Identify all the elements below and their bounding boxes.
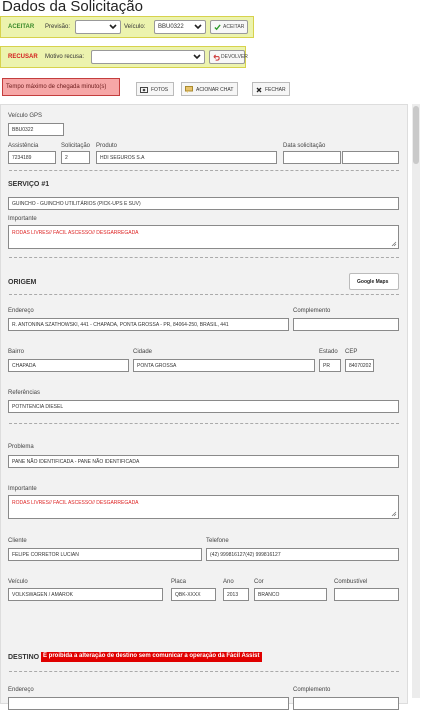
reason-select[interactable] <box>91 50 205 64</box>
vehicle-select[interactable]: BBU0322 <box>154 20 206 34</box>
request-number-field[interactable]: 2 <box>61 151 90 164</box>
undo-icon <box>213 54 220 61</box>
problem-important-textarea[interactable]: RODAS LIVRES// FACIL ASCESSO// DESGARREG… <box>8 495 399 519</box>
service-important-label: Importante <box>8 216 37 222</box>
chat-icon <box>185 86 193 93</box>
origin-district-label: Bairro <box>8 349 25 355</box>
reason-label: Motivo recusa: <box>45 54 85 60</box>
origin-state-field[interactable]: PR <box>319 359 341 372</box>
vehicle-field[interactable]: VOLKSWAGEN / AMAROK <box>8 588 163 601</box>
arrival-time-alert: Tempo máximo de chegada minuto(s) <box>2 78 120 96</box>
gps-vehicle-field[interactable]: BBU0322 <box>8 123 64 136</box>
destination-complement-label: Complemento <box>293 687 331 693</box>
request-time-field[interactable] <box>342 151 399 164</box>
product-field[interactable]: HDI SEGUROS S.A <box>96 151 277 164</box>
forecast-label: Previsão: <box>45 24 71 30</box>
color-label: Cor <box>254 579 264 585</box>
destination-complement-field[interactable] <box>293 697 399 710</box>
fuel-label: Combustível <box>334 579 368 585</box>
request-form-panel: Veículo GPS BBU0322 Assistência 7234189 … <box>0 104 408 710</box>
check-icon <box>214 24 221 31</box>
plate-field[interactable]: QBK-XXXX <box>171 588 216 601</box>
plate-label: Placa <box>171 579 187 585</box>
resize-grip-icon[interactable] <box>391 511 397 517</box>
close-button[interactable]: FECHAR <box>252 82 290 96</box>
return-button[interactable]: DEVOLVER <box>209 50 248 64</box>
google-maps-button[interactable]: Google Maps <box>349 273 399 290</box>
vertical-scrollbar[interactable] <box>412 104 420 698</box>
assistance-field[interactable]: 7234189 <box>8 151 56 164</box>
problem-important-label: Importante <box>8 486 37 492</box>
vehicle-label: Veículo: <box>124 24 146 30</box>
close-icon <box>256 87 262 93</box>
origin-heading: ORIGEM <box>8 279 37 286</box>
product-label: Produto <box>96 143 118 149</box>
page-title: Dados da Solicitação <box>2 0 143 15</box>
origin-city-label: Cidade <box>133 349 153 355</box>
accept-bar: ACEITAR Previsão: Veículo: BBU0322 ACEIT… <box>0 16 254 38</box>
divider <box>9 294 399 295</box>
year-label: Ano <box>223 579 234 585</box>
chevron-down-icon <box>194 24 202 30</box>
camera-icon <box>140 87 148 93</box>
accept-button[interactable]: ACEITAR <box>210 20 248 34</box>
problem-field[interactable]: PANE NÃO IDENTIFICADA - PANE NÃO IDENTIF… <box>8 455 399 468</box>
problem-label: Problema <box>8 444 34 450</box>
divider <box>9 257 399 258</box>
photos-button[interactable]: FOTOS <box>136 82 174 96</box>
origin-district-field[interactable]: CHAPADA <box>8 359 129 372</box>
service-important-textarea[interactable]: RODAS LIVRES// FACIL ASCESSO// DESGARREG… <box>8 225 399 249</box>
divider <box>9 423 399 424</box>
phone-field[interactable]: (42) 999816127(42) 999816127 <box>206 548 399 561</box>
origin-address-label: Endereço <box>8 308 34 314</box>
references-field[interactable]: POTNTENCIA DIESEL <box>8 400 399 413</box>
origin-complement-label: Complemento <box>293 308 331 314</box>
destination-address-label: Endereço <box>8 687 34 693</box>
phone-label: Telefone <box>206 538 229 544</box>
forecast-select[interactable] <box>75 20 121 34</box>
chevron-down-icon <box>109 24 117 30</box>
chevron-down-icon <box>193 54 201 60</box>
origin-city-field[interactable]: PONTA GROSSA <box>133 359 315 372</box>
vehicle-label: Veículo <box>8 579 28 585</box>
destination-address-field[interactable] <box>8 697 289 710</box>
origin-address-field[interactable]: R. ANTONINA SZATHOWSKI, 441 - CHAPADA, P… <box>8 318 289 331</box>
divider <box>9 671 399 672</box>
year-field[interactable]: 2013 <box>223 588 249 601</box>
origin-complement-field[interactable] <box>293 318 399 331</box>
client-label: Cliente <box>8 538 27 544</box>
assistance-label: Assistência <box>8 143 39 149</box>
origin-zip-field[interactable]: 84070202 <box>345 359 374 372</box>
gps-vehicle-label: Veículo GPS <box>8 113 43 119</box>
refuse-label: RECUSAR <box>8 54 38 60</box>
color-field[interactable]: BRANCO <box>254 588 327 601</box>
service-field[interactable]: GUINCHO - GUINCHO UTILITÁRIOS (PICK-UPS … <box>8 197 399 210</box>
request-date-label: Data solicitação <box>283 143 326 149</box>
references-label: Referências <box>8 390 41 396</box>
origin-state-label: Estado <box>319 349 338 355</box>
divider <box>9 170 399 171</box>
scrollbar-thumb[interactable] <box>413 106 419 164</box>
accept-label: ACEITAR <box>8 24 35 30</box>
origin-zip-label: CEP <box>345 349 358 355</box>
client-field[interactable]: FELIPE CORRETOR LUCIAN <box>8 548 202 561</box>
request-number-label: Solicitação <box>61 143 91 149</box>
fuel-field[interactable] <box>334 588 399 601</box>
service-heading: SERVIÇO #1 <box>8 181 50 188</box>
destination-heading: DESTINO <box>8 654 40 661</box>
refuse-bar: RECUSAR Motivo recusa: DEVOLVER <box>0 46 248 68</box>
request-date-field[interactable] <box>283 151 341 164</box>
chat-button[interactable]: ACIONAR CHAT <box>181 82 238 96</box>
resize-grip-icon[interactable] <box>391 241 397 247</box>
destination-warning-badge: É proibida a alteração de destino sem co… <box>41 652 262 662</box>
